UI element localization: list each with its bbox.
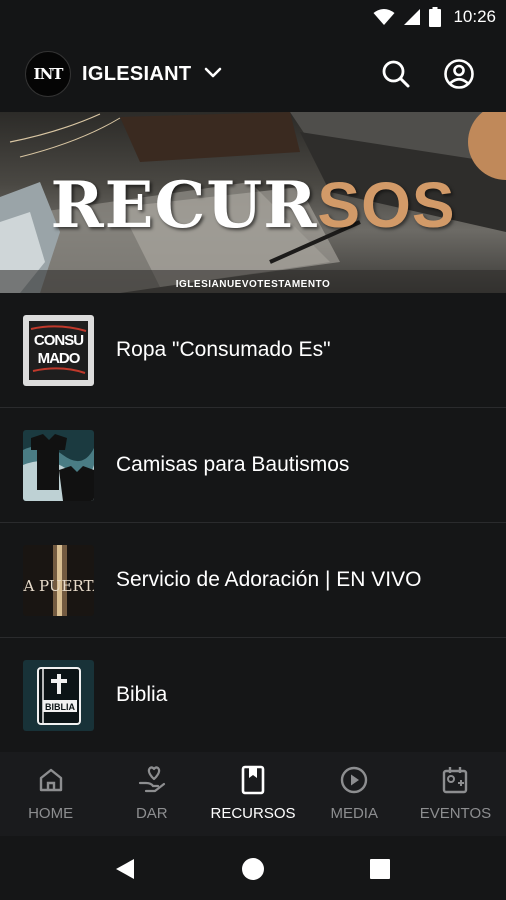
- give-icon: [138, 766, 165, 793]
- thumb-text: BIBLIA: [45, 702, 75, 712]
- item-label: Servicio de Adoración | EN VIVO: [116, 568, 422, 591]
- play-circle-icon: [341, 766, 368, 794]
- item-label: Biblia: [116, 683, 168, 706]
- nav-eventos[interactable]: EVENTOS: [405, 752, 506, 836]
- church-logo[interactable]: INT: [25, 51, 71, 97]
- church-name[interactable]: IGLESIANT: [82, 63, 191, 86]
- signal-icon: [404, 9, 421, 25]
- thumbnail-biblia: BIBLIA: [23, 659, 94, 731]
- recursos-banner: RECURSOS IGLESIANUEVOTESTAMENTO: [0, 112, 506, 293]
- back-button[interactable]: [110, 854, 140, 884]
- banner-title-part1: RECUR: [50, 168, 318, 243]
- resources-list: CONSU MADO Ropa "Consumado Es" Camisas p…: [0, 293, 506, 753]
- nav-recursos[interactable]: RECURSOS: [202, 752, 303, 836]
- thumbnail-la-puerta: LA PUERTA: [23, 544, 94, 616]
- list-item-biblia[interactable]: BIBLIA Biblia: [0, 638, 506, 753]
- banner-title: RECURSOS: [0, 168, 506, 243]
- search-icon: [382, 60, 410, 88]
- calendar-icon: [443, 767, 468, 794]
- bookmark-book-icon: [241, 765, 265, 795]
- list-item-camisas[interactable]: Camisas para Bautismos: [0, 408, 506, 523]
- nav-media[interactable]: MEDIA: [304, 752, 405, 836]
- thumbnail-camisas: [23, 429, 94, 501]
- nav-dar[interactable]: DAR: [101, 752, 202, 836]
- search-button[interactable]: [378, 56, 414, 92]
- clock: 10:26: [453, 7, 496, 26]
- battery-icon: [429, 7, 442, 27]
- home-system-button[interactable]: [238, 854, 268, 884]
- chevron-down-icon[interactable]: [204, 66, 222, 80]
- banner-subtitle: IGLESIANUEVOTESTAMENTO: [175, 279, 331, 290]
- nav-label: DAR: [135, 805, 168, 822]
- nav-home[interactable]: HOME: [0, 752, 101, 836]
- recents-square-icon: [370, 859, 390, 879]
- banner-title-part2: SOS: [317, 169, 456, 241]
- status-bar: 10:26: [0, 0, 506, 36]
- wifi-icon: [373, 9, 395, 25]
- list-item-consumado[interactable]: CONSU MADO Ropa "Consumado Es": [0, 293, 506, 408]
- thumb-text: LA PUERTA: [23, 577, 94, 595]
- nav-label: RECURSOS: [210, 805, 296, 822]
- nav-label: MEDIA: [330, 805, 378, 822]
- thumb-text-bottom: MADO: [38, 350, 81, 367]
- system-navigation-bar: [0, 836, 506, 900]
- recents-button[interactable]: [365, 854, 395, 884]
- profile-button[interactable]: [441, 56, 477, 92]
- item-label: Camisas para Bautismos: [116, 453, 350, 476]
- account-circle-icon: [444, 59, 474, 89]
- back-triangle-icon: [116, 859, 134, 879]
- thumbnail-consumado: CONSU MADO: [23, 314, 94, 386]
- app-header: INT IGLESIANT: [0, 36, 506, 112]
- nav-label: HOME: [28, 805, 74, 822]
- home-icon: [39, 768, 62, 792]
- list-item-servicio-adoracion[interactable]: LA PUERTA Servicio de Adoración | EN VIV…: [0, 523, 506, 638]
- logo-text: INT: [33, 65, 64, 83]
- bottom-navigation: HOME DAR RECURSOS MEDIA EVENTOS: [0, 752, 506, 836]
- item-label: Ropa "Consumado Es": [116, 338, 331, 361]
- nav-label: EVENTOS: [419, 805, 492, 822]
- home-circle-icon: [242, 858, 264, 880]
- thumb-text-top: CONSU: [34, 332, 83, 349]
